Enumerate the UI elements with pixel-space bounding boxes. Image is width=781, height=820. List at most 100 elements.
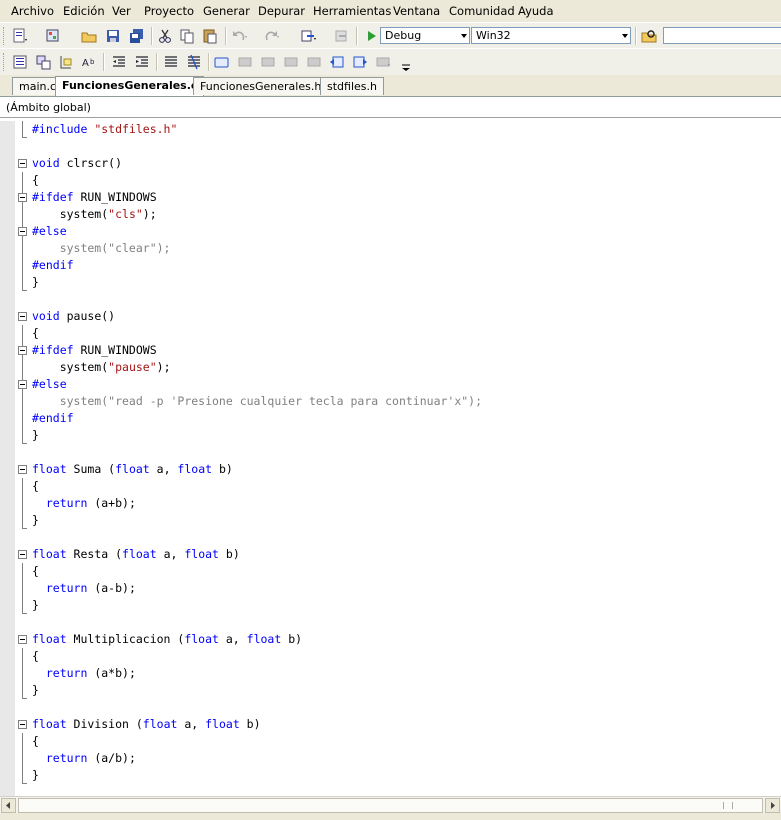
code-editor[interactable]: #include "stdfiles.h" void clrscr(){#ifd…: [0, 121, 781, 796]
collapse-icon[interactable]: [18, 346, 27, 355]
code-line[interactable]: {: [32, 325, 482, 342]
code-line[interactable]: }: [32, 767, 482, 784]
code-line[interactable]: #else: [32, 223, 482, 240]
configuration-dropdown[interactable]: Debug: [380, 27, 470, 44]
scroll-left-button[interactable]: [1, 798, 16, 813]
add-item-icon[interactable]: [44, 27, 62, 45]
previous-bookmark-document-icon[interactable]: [328, 53, 346, 71]
collapse-icon[interactable]: [18, 193, 27, 202]
code-line[interactable]: {: [32, 648, 482, 665]
complete-word-icon[interactable]: Ab: [80, 53, 98, 71]
platform-dropdown[interactable]: Win32: [471, 27, 631, 44]
navigate-forward-icon[interactable]: [332, 27, 350, 45]
indicator-margin[interactable]: [0, 121, 15, 796]
collapse-icon[interactable]: [18, 550, 27, 559]
code-line[interactable]: {: [32, 733, 482, 750]
code-line[interactable]: }: [32, 597, 482, 614]
undo-icon[interactable]: [230, 27, 248, 45]
open-file-icon[interactable]: [80, 27, 98, 45]
tab-funcionesgenerales-c[interactable]: FuncionesGenerales.c: [55, 76, 205, 96]
code-line[interactable]: [32, 614, 482, 631]
find-input[interactable]: [663, 27, 781, 44]
code-line[interactable]: void clrscr(): [32, 155, 482, 172]
collapse-icon[interactable]: [18, 159, 27, 168]
code-line[interactable]: #include "stdfiles.h": [32, 121, 482, 138]
collapse-icon[interactable]: [18, 312, 27, 321]
code-line[interactable]: return (a+b);: [32, 495, 482, 512]
code-line[interactable]: [32, 699, 482, 716]
code-line[interactable]: #ifdef RUN_WINDOWS: [32, 189, 482, 206]
save-all-icon[interactable]: [128, 27, 146, 45]
toggle-bookmark-icon[interactable]: [213, 53, 231, 71]
scroll-right-button[interactable]: [765, 798, 780, 813]
paste-icon[interactable]: [201, 27, 219, 45]
toolbar-grip[interactable]: [3, 27, 6, 45]
code-line[interactable]: float Suma (float a, float b): [32, 461, 482, 478]
find-in-files-icon[interactable]: [640, 27, 658, 45]
menu-ayuda[interactable]: Ayuda: [518, 4, 554, 18]
menu-generar[interactable]: Generar: [203, 4, 250, 18]
member-list-icon[interactable]: [34, 53, 52, 71]
scroll-thumb[interactable]: [18, 798, 763, 813]
code-line[interactable]: float Resta (float a, float b): [32, 546, 482, 563]
code-line[interactable]: #endif: [32, 257, 482, 274]
toolbar-options-icon[interactable]: [398, 57, 416, 75]
code-line[interactable]: }: [32, 512, 482, 529]
code-line[interactable]: }: [32, 682, 482, 699]
collapse-icon[interactable]: [18, 635, 27, 644]
code-line[interactable]: return (a*b);: [32, 665, 482, 682]
code-line[interactable]: float Division (float a, float b): [32, 716, 482, 733]
previous-bookmark-icon[interactable]: [236, 53, 254, 71]
code-line[interactable]: system("read -p 'Presione cualquier tecl…: [32, 393, 482, 410]
code-line[interactable]: #ifdef RUN_WINDOWS: [32, 342, 482, 359]
save-icon[interactable]: [104, 27, 122, 45]
copy-icon[interactable]: [178, 27, 196, 45]
start-debugging-icon[interactable]: [362, 27, 380, 45]
menu-ventana[interactable]: Ventana: [393, 4, 440, 18]
clear-bookmarks-icon[interactable]: [374, 53, 392, 71]
code-line[interactable]: [32, 444, 482, 461]
object-browser-icon[interactable]: [11, 53, 29, 71]
uncomment-lines-icon[interactable]: [185, 53, 203, 71]
code-line[interactable]: system("clear");: [32, 240, 482, 257]
code-line[interactable]: }: [32, 427, 482, 444]
horizontal-scrollbar[interactable]: [0, 796, 781, 814]
code-line[interactable]: return (a/b);: [32, 750, 482, 767]
navigate-backward-icon[interactable]: [299, 27, 317, 45]
menu-archivo[interactable]: Archivo: [11, 4, 54, 18]
collapse-icon[interactable]: [18, 380, 27, 389]
collapse-icon[interactable]: [18, 227, 27, 236]
code-line[interactable]: [32, 138, 482, 155]
code-line[interactable]: [32, 291, 482, 308]
increase-indent-icon[interactable]: [133, 53, 151, 71]
cut-icon[interactable]: [156, 27, 174, 45]
next-bookmark-document-icon[interactable]: [351, 53, 369, 71]
menu-edicion[interactable]: Edición: [63, 4, 105, 18]
collapse-icon[interactable]: [18, 720, 27, 729]
code-line[interactable]: {: [32, 172, 482, 189]
code-line[interactable]: system("pause");: [32, 359, 482, 376]
code-line[interactable]: float Multiplicacion (float a, float b): [32, 631, 482, 648]
scope-dropdown[interactable]: (Ámbito global): [0, 97, 781, 118]
code-text[interactable]: #include "stdfiles.h" void clrscr(){#ifd…: [32, 121, 482, 784]
code-line[interactable]: return (a-b);: [32, 580, 482, 597]
menu-ver[interactable]: Ver: [112, 4, 131, 18]
tab-funcionesgenerales-h[interactable]: FuncionesGenerales.h: [193, 77, 329, 95]
comment-lines-icon[interactable]: [162, 53, 180, 71]
code-line[interactable]: #endif: [32, 410, 482, 427]
menu-proyecto[interactable]: Proyecto: [144, 4, 194, 18]
collapse-icon[interactable]: [18, 465, 27, 474]
code-line[interactable]: {: [32, 563, 482, 580]
code-line[interactable]: {: [32, 478, 482, 495]
parameter-info-icon[interactable]: [57, 53, 75, 71]
tab-stdfiles-h[interactable]: stdfiles.h: [320, 77, 384, 95]
menu-depurar[interactable]: Depurar: [258, 4, 305, 18]
code-line[interactable]: }: [32, 274, 482, 291]
code-line[interactable]: void pause(): [32, 308, 482, 325]
code-line[interactable]: system("cls");: [32, 206, 482, 223]
add-new-item-icon[interactable]: [11, 27, 29, 45]
toolbar-grip[interactable]: [3, 53, 6, 71]
code-line[interactable]: [32, 529, 482, 546]
redo-icon[interactable]: [262, 27, 280, 45]
code-line[interactable]: #else: [32, 376, 482, 393]
